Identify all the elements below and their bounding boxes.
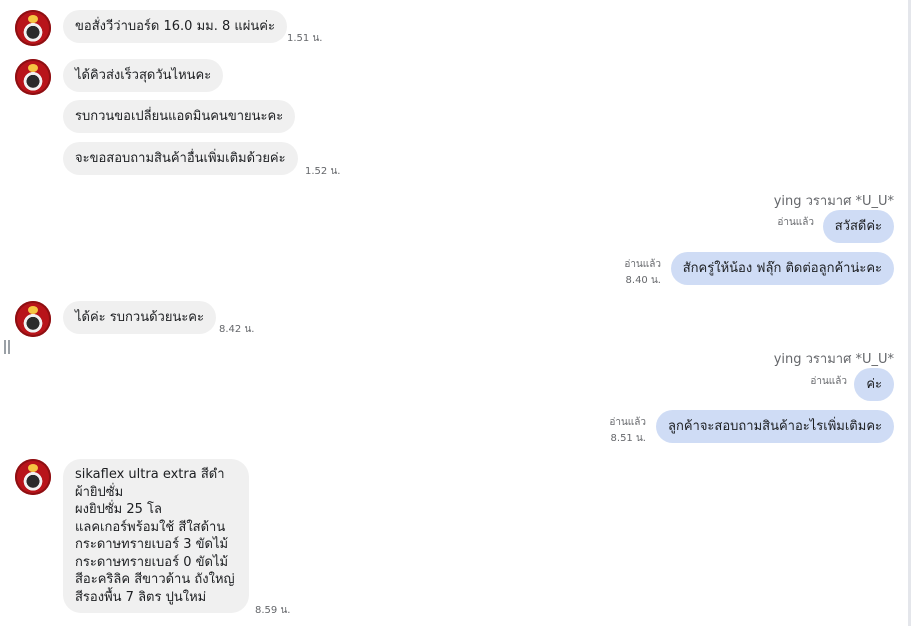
incoming-message-bubble[interactable]: sikaflex ultra extra สีดำ ผ้ายิปซั่ม ผงย…: [63, 459, 249, 613]
outgoing-message-bubble[interactable]: ค่ะ: [854, 368, 894, 401]
message-timestamp: 8.51 น.: [610, 433, 646, 444]
customer-avatar[interactable]: [15, 10, 51, 46]
outgoing-message-bubble[interactable]: สวัสดีค่ะ: [822, 210, 894, 243]
outgoing-message-bubble[interactable]: ลูกค้าจะสอบถามสินค้าอะไรเพิ่มเติมคะ: [655, 410, 894, 443]
incoming-message-bubble[interactable]: ขอสั่งวีว่าบอร์ด 16.0 มม. 8 แผ่นค่ะ: [63, 10, 287, 43]
customer-avatar[interactable]: [15, 301, 51, 337]
message-timestamp: 8.59 น.: [255, 605, 291, 616]
read-receipt: อ่านแล้ว: [777, 217, 814, 228]
customer-avatar[interactable]: [15, 59, 51, 95]
resize-handle[interactable]: [4, 340, 10, 354]
sender-name: ying วรามาศ *U_U*: [773, 194, 894, 209]
sender-name: ying วรามาศ *U_U*: [773, 352, 894, 367]
incoming-message-bubble[interactable]: ได้ค่ะ รบกวนด้วยนะคะ: [63, 301, 216, 334]
read-receipt: อ่านแล้ว: [624, 259, 661, 270]
message-timestamp: 1.52 น.: [305, 166, 341, 177]
chat-conversation: ขอสั่งวีว่าบอร์ด 16.0 มม. 8 แผ่นค่ะ 1.51…: [0, 0, 911, 626]
read-receipt: อ่านแล้ว: [609, 417, 646, 428]
incoming-message-bubble[interactable]: ได้คิวส่งเร็วสุดวันไหนคะ: [63, 59, 224, 92]
incoming-message-bubble[interactable]: จะขอสอบถามสินค้าอื่นเพิ่มเติมด้วยค่ะ: [63, 142, 298, 175]
outgoing-message-bubble[interactable]: สักครู่ให้น้อง ฟลุ๊ก ติดต่อลูกค้าน่ะคะ: [670, 252, 894, 285]
read-receipt: อ่านแล้ว: [810, 376, 847, 387]
message-timestamp: 8.40 น.: [625, 275, 661, 286]
message-timestamp: 1.51 น.: [287, 33, 323, 44]
customer-avatar[interactable]: [15, 459, 51, 495]
incoming-message-bubble[interactable]: รบกวนขอเปลี่ยนแอดมินคนขายนะคะ: [63, 100, 296, 133]
message-timestamp: 8.42 น.: [219, 324, 255, 335]
